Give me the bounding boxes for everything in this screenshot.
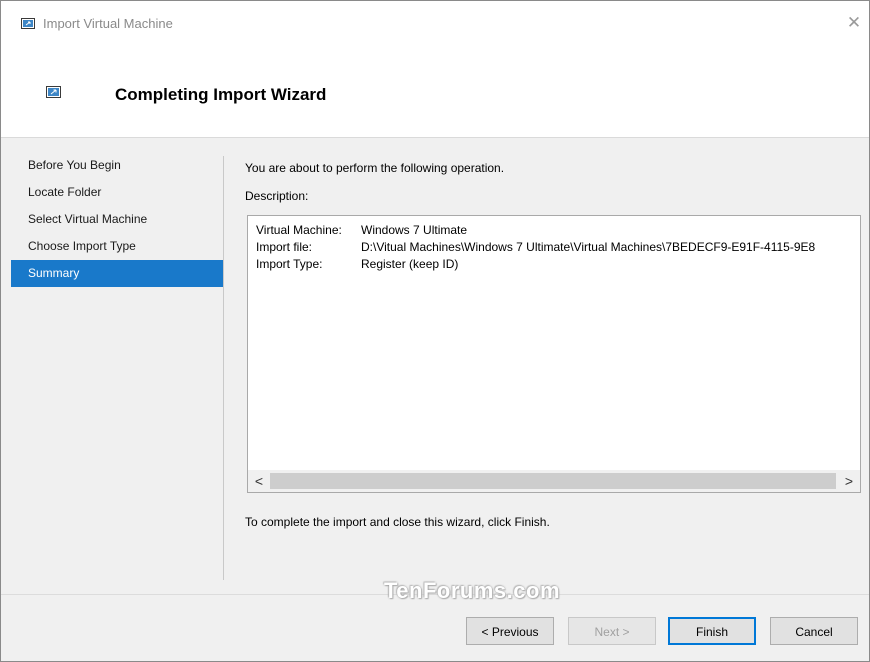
- summary-rows: Virtual Machine: Windows 7 Ultimate Impor…: [256, 222, 815, 273]
- intro-text: You are about to perform the following o…: [245, 161, 505, 175]
- close-button[interactable]: ✕: [839, 11, 869, 35]
- close-icon: ✕: [846, 13, 862, 32]
- vm-import-icon: [46, 86, 61, 101]
- summary-value: Windows 7 Ultimate: [361, 223, 468, 237]
- wizard-steps-nav: Before You Begin Locate Folder Select Vi…: [11, 152, 223, 287]
- title-bar: Import Virtual Machine ✕: [1, 1, 869, 41]
- scroll-left-icon[interactable]: <: [250, 470, 268, 492]
- summary-row: Virtual Machine: Windows 7 Ultimate: [256, 222, 815, 239]
- summary-value: Register (keep ID): [361, 257, 459, 271]
- summary-row: Import Type: Register (keep ID): [256, 256, 815, 273]
- summary-value: D:\Vitual Machines\Windows 7 Ultimate\Vi…: [361, 240, 816, 254]
- nav-item-locate-folder[interactable]: Locate Folder: [11, 179, 223, 206]
- page-title: Completing Import Wizard: [115, 85, 327, 104]
- description-box[interactable]: Virtual Machine: Windows 7 Ultimate Impor…: [247, 215, 861, 493]
- wizard-body: Before You Begin Locate Folder Select Vi…: [1, 138, 869, 661]
- cancel-button[interactable]: Cancel: [770, 617, 858, 645]
- nav-item-choose-import-type[interactable]: Choose Import Type: [11, 233, 223, 260]
- nav-item-before-you-begin[interactable]: Before You Begin: [11, 152, 223, 179]
- description-label: Description:: [245, 189, 309, 203]
- wizard-header: Completing Import Wizard: [1, 41, 869, 137]
- previous-button[interactable]: < Previous: [466, 617, 554, 645]
- vm-import-icon: [21, 18, 35, 32]
- watermark: TenForums.com: [384, 578, 561, 603]
- summary-key: Virtual Machine:: [256, 223, 342, 237]
- summary-key: Import Type:: [256, 257, 323, 271]
- scroll-thumb[interactable]: [270, 473, 836, 489]
- next-button[interactable]: Next >: [568, 617, 656, 645]
- nav-item-select-virtual-machine[interactable]: Select Virtual Machine: [11, 206, 223, 233]
- horizontal-scrollbar[interactable]: < >: [248, 470, 860, 492]
- finish-button[interactable]: Finish: [668, 617, 756, 645]
- completion-instructions: To complete the import and close this wi…: [245, 515, 550, 529]
- window-title: Import Virtual Machine: [43, 16, 173, 31]
- import-virtual-machine-dialog: Import Virtual Machine ✕ Completing Impo…: [0, 0, 870, 662]
- scroll-right-icon[interactable]: >: [840, 470, 858, 492]
- summary-row: Import file: D:\Vitual Machines\Windows 7…: [256, 239, 815, 256]
- nav-item-summary[interactable]: Summary: [11, 260, 223, 287]
- nav-divider: [223, 156, 224, 580]
- summary-key: Import file:: [256, 240, 313, 254]
